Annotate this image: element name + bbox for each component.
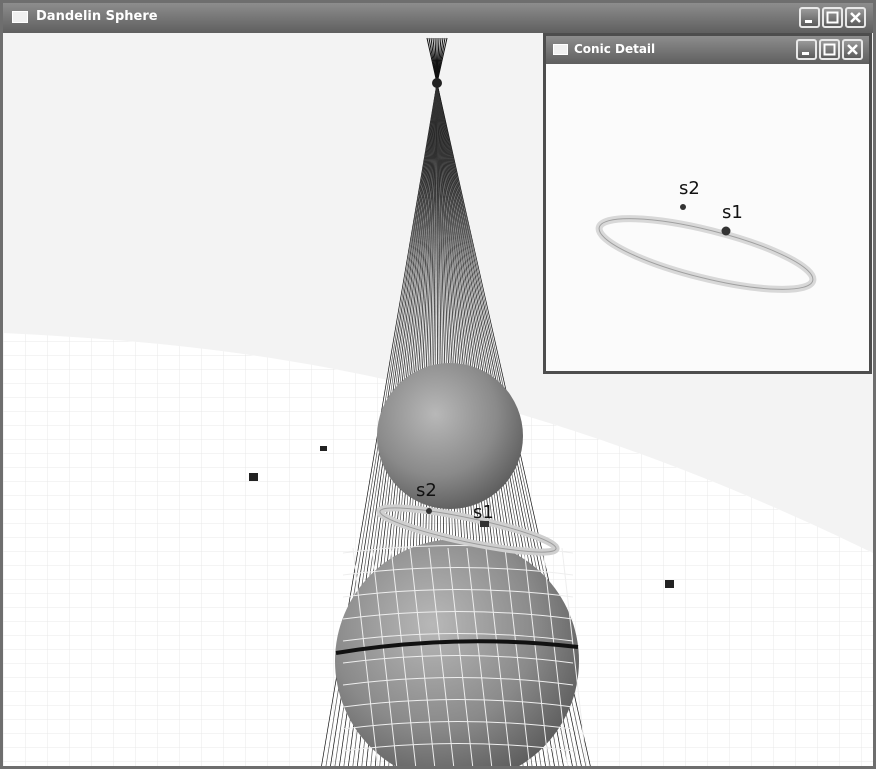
detail-focus-2-label: s2 xyxy=(679,178,700,199)
detail-titlebar[interactable]: Conic Detail xyxy=(546,36,869,64)
minimize-button[interactable] xyxy=(799,7,820,28)
minimize-icon xyxy=(805,20,812,23)
upper-sphere[interactable] xyxy=(377,363,523,509)
close-button[interactable] xyxy=(845,7,866,28)
detail-scene: s2 s1 xyxy=(595,178,817,293)
focus-2-point xyxy=(426,508,432,514)
detail-viewport[interactable]: s2 s1 xyxy=(546,64,869,371)
cone-apex xyxy=(432,78,442,88)
plane-marker xyxy=(665,580,674,588)
plane-marker xyxy=(320,446,327,451)
minimize-icon xyxy=(802,52,809,55)
maximize-icon xyxy=(823,43,836,56)
detail-close-button[interactable] xyxy=(842,39,863,60)
detail-minimize-button[interactable] xyxy=(796,39,817,60)
detail-focus-2-point xyxy=(680,204,686,210)
focus-1-label: s1 xyxy=(473,502,494,523)
window-icon xyxy=(553,44,568,55)
close-icon xyxy=(850,12,861,23)
maximize-button[interactable] xyxy=(822,7,843,28)
maximize-icon xyxy=(826,11,839,24)
detail-focus-1-point xyxy=(721,226,731,236)
conic-detail-window: Conic Detail s2 s1 xyxy=(543,33,872,374)
window-icon xyxy=(12,11,28,23)
main-window-title: Dandelin Sphere xyxy=(36,9,158,24)
main-titlebar[interactable]: Dandelin Sphere xyxy=(3,3,873,33)
detail-focus-1-label: s1 xyxy=(722,202,743,223)
focus-2-label: s2 xyxy=(416,480,437,501)
detail-window-title: Conic Detail xyxy=(574,42,656,56)
close-icon xyxy=(847,44,858,55)
detail-maximize-button[interactable] xyxy=(819,39,840,60)
plane-marker xyxy=(249,473,258,481)
